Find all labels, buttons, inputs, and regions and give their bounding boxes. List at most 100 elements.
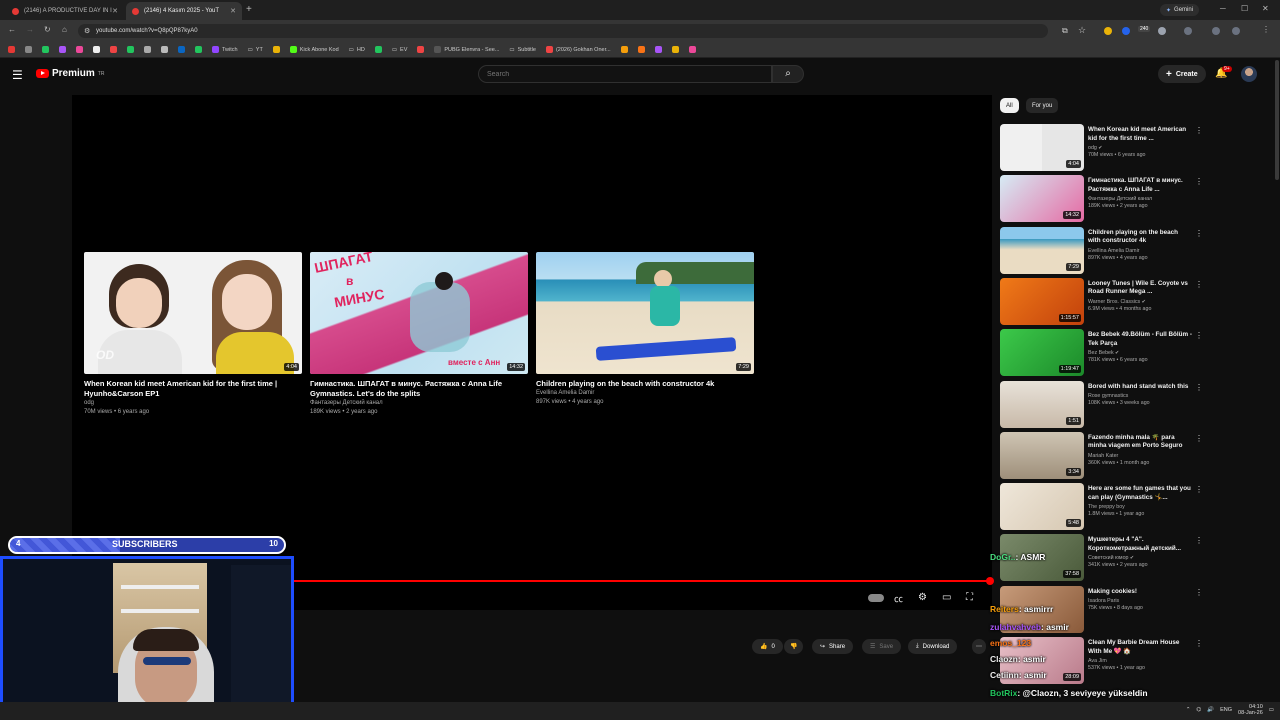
related-video-item[interactable]: 1:15:57 Looney Tunes | Wile E. Coyote vs … [1000, 277, 1203, 328]
download-button[interactable]: ⤓ Download [908, 639, 958, 654]
bookmark-icon-only[interactable] [8, 46, 15, 53]
gemini-button[interactable]: ✦ Gemini [1160, 4, 1200, 16]
related-video-item[interactable]: 4:04 When Korean kid meet American kid fo… [1000, 124, 1203, 174]
bookmark-icon-only[interactable] [178, 46, 185, 53]
input-language[interactable]: ENG [1220, 707, 1232, 713]
related-video-item[interactable]: 14:32 Гимнастика. ШПАГАТ в минус. Растяжк… [1000, 175, 1203, 225]
search-button[interactable]: ⌕ [772, 65, 804, 83]
chip-all[interactable]: All [1000, 98, 1019, 113]
bookmark-icon-only[interactable] [161, 46, 168, 53]
more-options-icon[interactable]: ⋮ [1195, 229, 1203, 238]
video-title[interactable]: Гимнастика. ШПАГАТ в минус. Растяжка с A… [310, 379, 528, 399]
fullscreen-icon[interactable]: ⛶ [966, 592, 973, 603]
more-options-icon[interactable]: ⋮ [1195, 434, 1203, 443]
video-title[interactable]: Мушкетеры 4 "А". Короткометражный детски… [1088, 536, 1192, 553]
more-options-icon[interactable]: ⋮ [1195, 536, 1203, 545]
extension-icon[interactable] [1104, 27, 1112, 35]
close-window-icon[interactable]: ✕ [1262, 4, 1269, 13]
settings-gear-icon[interactable]: ⚙ [918, 592, 927, 603]
more-actions-button[interactable]: ⋯ [972, 639, 986, 654]
downloads-icon[interactable] [1212, 27, 1220, 35]
video-title[interactable]: Fazendo minha mala 🌴 para minha viagem e… [1088, 434, 1192, 451]
like-button[interactable]: 👍 0 [752, 639, 783, 654]
install-app-icon[interactable]: ⧉ [1062, 26, 1068, 36]
more-options-icon[interactable]: ⋮ [1195, 126, 1203, 135]
close-tab-icon[interactable]: ✕ [230, 7, 236, 15]
notifications-icon[interactable]: ▭ [1269, 707, 1274, 713]
related-video-item[interactable]: 1:51 Bored with hand stand watch this Rose… [1000, 380, 1203, 431]
video-title[interactable]: Making cookies! [1088, 588, 1192, 597]
hamburger-menu-icon[interactable]: ☰ [12, 68, 23, 82]
reload-icon[interactable]: ↻ [44, 25, 51, 34]
video-thumbnail[interactable]: 5:48 [1000, 483, 1084, 531]
channel-name[interactable]: Советский юмор [1088, 555, 1128, 561]
more-options-icon[interactable]: ⋮ [1195, 639, 1203, 648]
save-button[interactable]: ☰ Save [862, 639, 902, 654]
channel-name[interactable]: Bez Bebek [1088, 350, 1114, 356]
video-thumbnail[interactable]: 4:04 [1000, 124, 1084, 171]
bookmark-icon-only[interactable] [688, 46, 696, 53]
bookmark-icon-only[interactable] [671, 46, 679, 53]
volume-icon[interactable]: 🔊 [1207, 707, 1214, 713]
back-icon[interactable]: ← [8, 25, 16, 34]
maximize-icon[interactable]: ☐ [1241, 4, 1248, 13]
channel-name[interactable]: Фантазеры Детский канал [1088, 196, 1152, 202]
more-options-icon[interactable]: ⋮ [1195, 280, 1203, 289]
bookmark-kick-abone-kod[interactable]: Kick Abone Kod [289, 46, 339, 53]
bookmark-gokhan-oner[interactable]: (2026) Gokhan Oner... [545, 46, 611, 53]
browser-menu-icon[interactable]: ⋮ [1262, 25, 1270, 34]
video-thumbnail[interactable]: 1:15:57 [1000, 277, 1084, 325]
bookmark-pubg[interactable]: PUBG Elenvra - See... [434, 46, 499, 53]
channel-name[interactable]: Isadora Paris [1088, 598, 1119, 604]
bookmark-folder-yt[interactable]: ▭ YT [248, 47, 263, 53]
video-title[interactable]: Clean My Barbie Dream House With Me 💖 🏠 [1088, 639, 1192, 656]
site-info-icon[interactable]: ⚙ [84, 27, 90, 35]
video-thumbnail[interactable]: 14:32 [1000, 175, 1084, 223]
channel-name[interactable]: Warner Bros. Classics [1088, 299, 1140, 305]
video-thumbnail[interactable]: 1:19:47 [1000, 329, 1084, 377]
more-options-icon[interactable]: ⋮ [1195, 331, 1203, 340]
bookmark-icon-only[interactable] [93, 46, 100, 53]
video-title[interactable]: When Korean kid meet American kid for th… [1088, 126, 1192, 143]
channel-name[interactable]: odg [1088, 145, 1097, 151]
bookmark-icon-only[interactable] [417, 46, 425, 53]
bookmark-icon-only[interactable] [25, 46, 32, 53]
profile-icon[interactable] [1232, 27, 1240, 35]
bookmark-icon-only[interactable] [272, 46, 280, 53]
tray-up-arrow-icon[interactable]: ⌃ [1186, 707, 1191, 713]
channel-name[interactable]: The preppy boy [1088, 504, 1125, 510]
home-icon[interactable]: ⌂ [62, 25, 67, 34]
video-thumbnail[interactable]: 3:34 [1000, 431, 1084, 479]
endscreen-video-card[interactable]: OD 4:04 When Korean kid meet American ki… [84, 252, 302, 417]
browser-tab-2[interactable]: (2146) 4 Kasım 2025 - YouT ✕ [126, 2, 242, 20]
scrollbar-thumb[interactable] [1275, 60, 1279, 180]
video-title[interactable]: Children playing on the beach with const… [1088, 229, 1192, 246]
video-title[interactable]: Bez Bebek 49.Bölüm - Full Bölüm - Tek Pa… [1088, 331, 1192, 348]
channel-name[interactable]: Evellina Amelia Damir [536, 389, 754, 398]
bookmark-icon-only[interactable] [59, 46, 66, 53]
more-options-icon[interactable]: ⋮ [1195, 383, 1203, 392]
bookmark-folder-subtitle[interactable]: ▭ Subtitle [509, 47, 536, 53]
url-field[interactable]: youtube.com/watch?v=Q8pQP87kyA0 [78, 24, 1048, 38]
more-options-icon[interactable]: ⋮ [1195, 177, 1203, 186]
bookmark-icon-only[interactable] [76, 46, 83, 53]
video-title[interactable]: Children playing on the beach with const… [536, 379, 754, 389]
share-button[interactable]: ↪ Share [812, 639, 854, 654]
progress-scrubber-handle[interactable] [986, 577, 994, 585]
video-thumbnail[interactable]: 1:51 [1000, 380, 1084, 428]
bookmark-icon-only[interactable] [654, 46, 662, 53]
close-tab-icon[interactable]: ✕ [112, 7, 118, 15]
bookmark-twitch[interactable]: Twitch [212, 46, 238, 53]
related-video-item[interactable]: 7:29 Children playing on the beach with c… [1000, 226, 1203, 277]
channel-name[interactable]: odg [84, 399, 302, 408]
related-video-item[interactable]: 3:34 Fazendo minha mala 🌴 para minha viag… [1000, 431, 1203, 482]
related-video-item[interactable]: 1:19:47 Bez Bebek 49.Bölüm - Full Bölüm -… [1000, 329, 1203, 379]
create-button[interactable]: + Create [1158, 65, 1206, 83]
extension-icon[interactable] [1122, 27, 1130, 35]
bookmark-folder-ev[interactable]: ▭ EV [392, 47, 408, 53]
more-options-icon[interactable]: ⋮ [1195, 485, 1203, 494]
network-icon[interactable]: ⌬ [1196, 707, 1201, 713]
endscreen-video-card[interactable]: 7:29 Children playing on the beach with … [536, 252, 754, 407]
minimize-icon[interactable]: ─ [1220, 4, 1226, 13]
video-title[interactable]: Here are some fun games that you can pla… [1088, 485, 1192, 502]
